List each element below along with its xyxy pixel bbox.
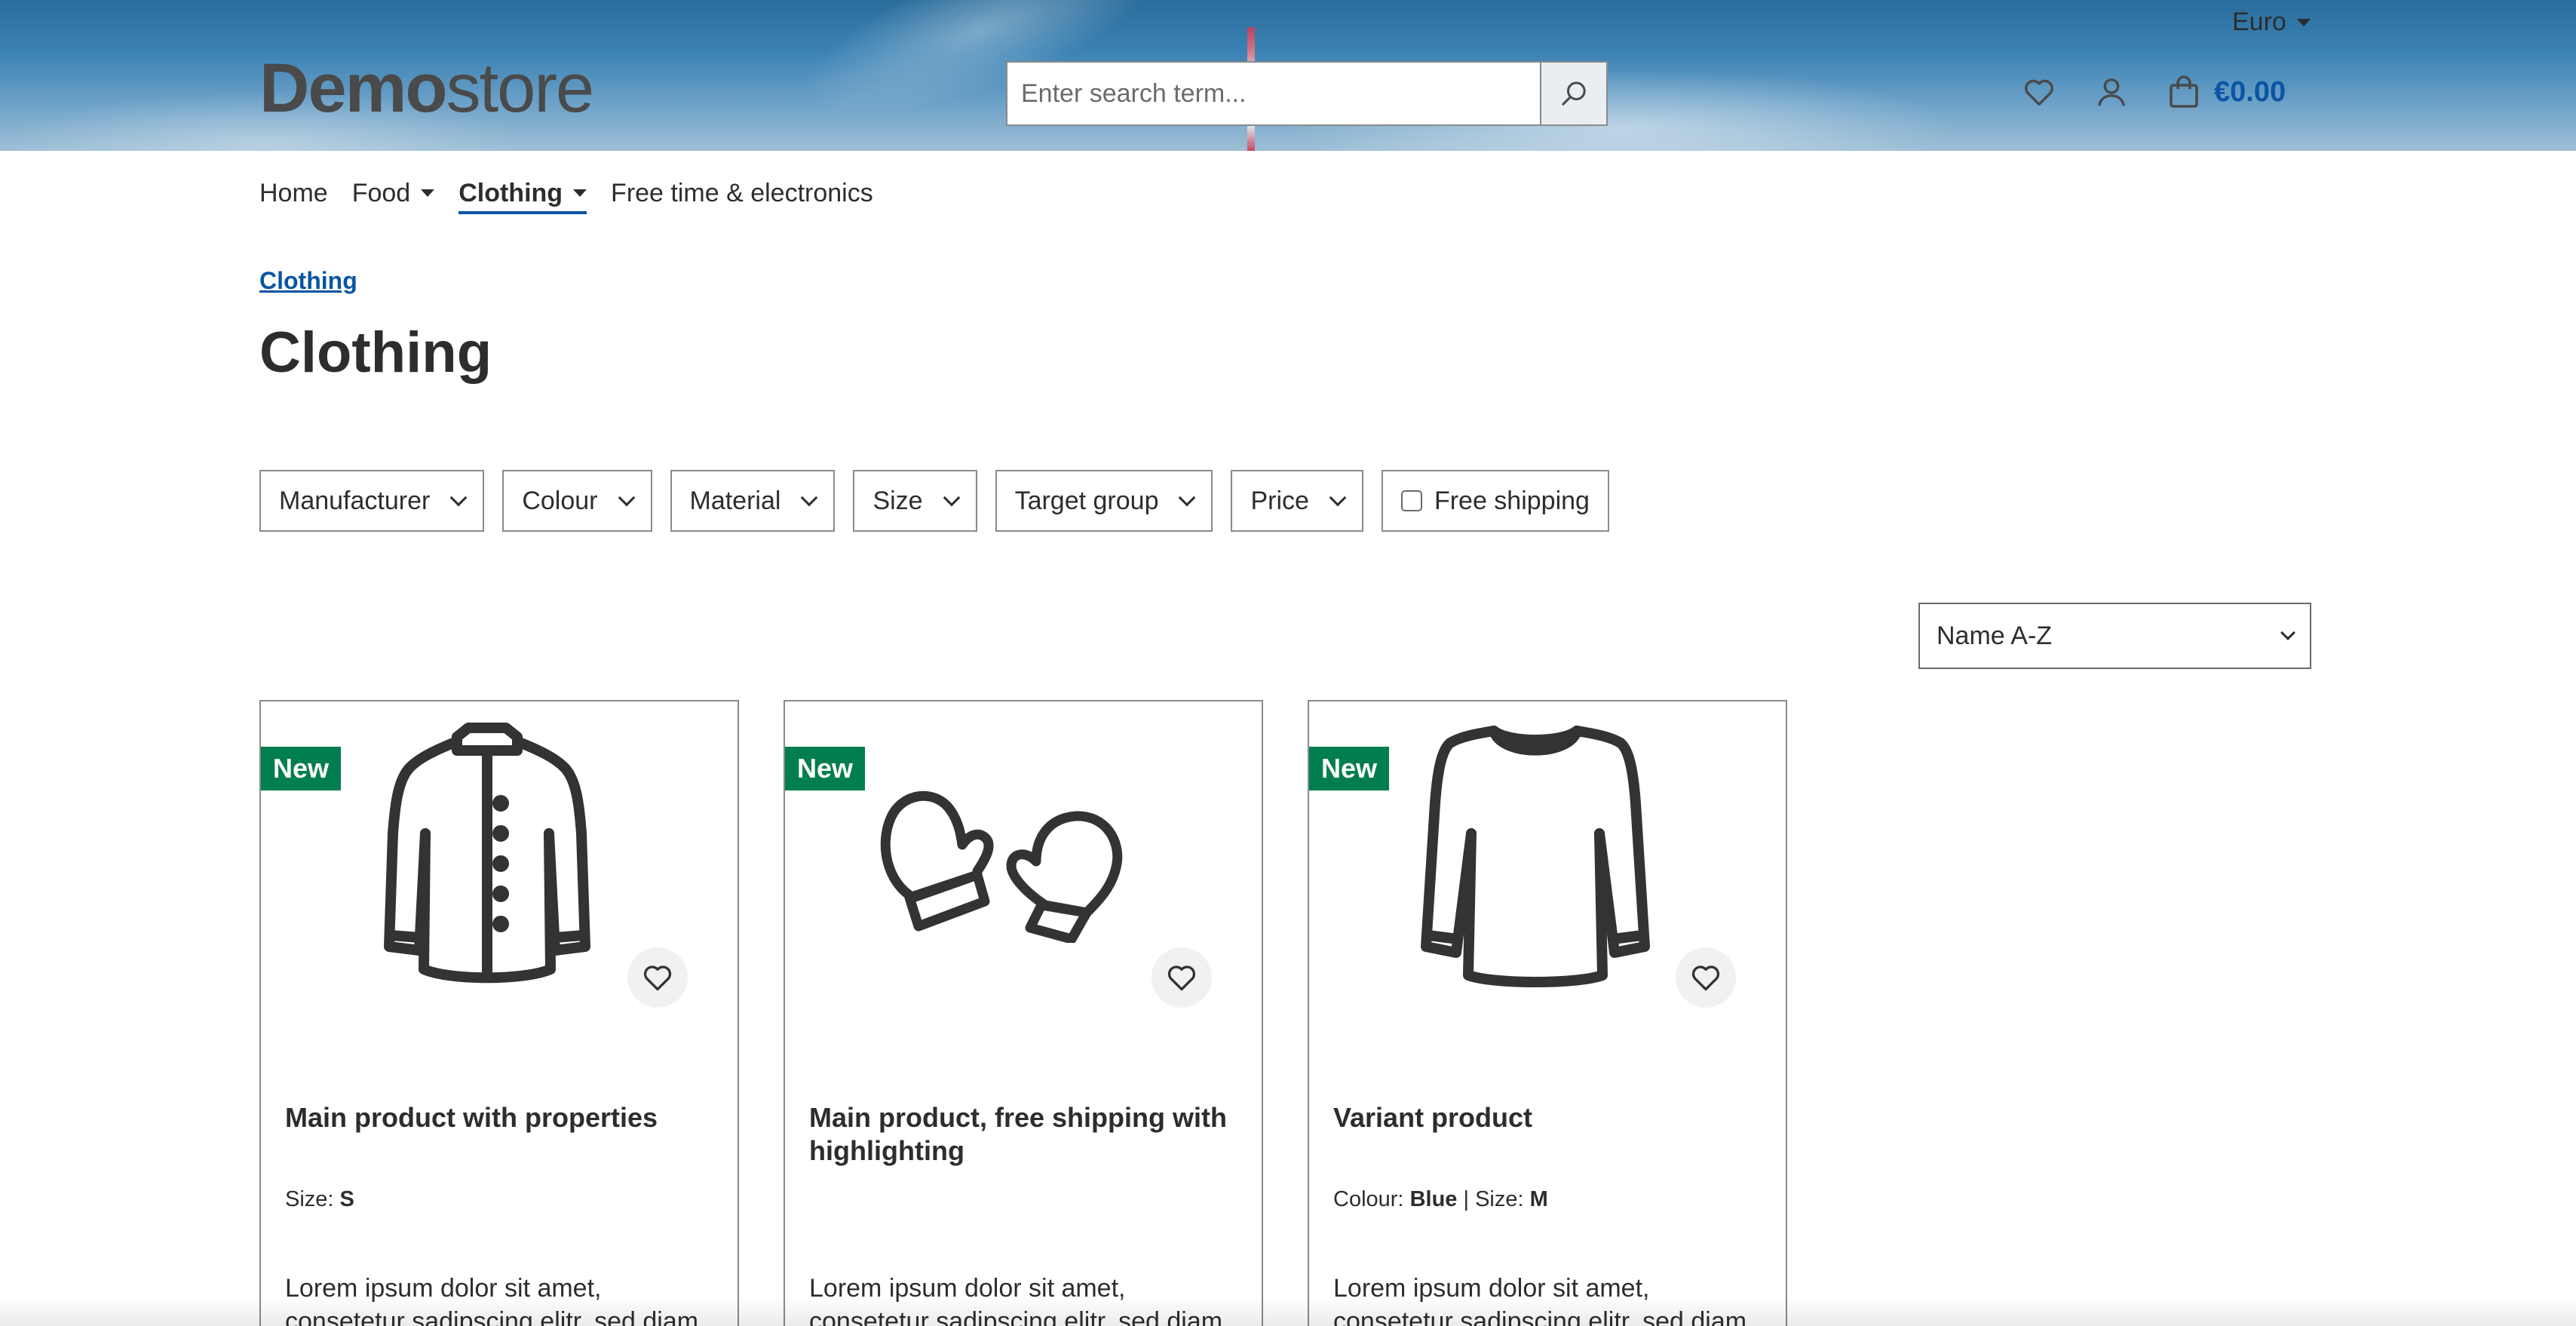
header-banner: Demostore Euro Enter search term... €0.0… bbox=[0, 0, 2576, 151]
property-value: Blue bbox=[1409, 1187, 1458, 1211]
product-properties: Colour: Blue | Size: M bbox=[1333, 1187, 1548, 1212]
filter-free-shipping[interactable]: Free shipping bbox=[1381, 470, 1609, 532]
nav-item-label: Home bbox=[259, 178, 328, 207]
filter-label: Size bbox=[872, 486, 923, 515]
search-input[interactable] bbox=[1007, 63, 1540, 124]
new-badge: New bbox=[1309, 747, 1390, 790]
caret-down-icon bbox=[421, 189, 435, 197]
filter-label: Manufacturer bbox=[279, 486, 431, 515]
chevron-down-icon bbox=[943, 489, 960, 507]
filter-manufacturer[interactable]: Manufacturer bbox=[259, 470, 485, 532]
property-label: Colour: bbox=[1333, 1187, 1404, 1211]
wishlist-button[interactable] bbox=[2016, 69, 2062, 115]
currency-label: Euro bbox=[2232, 8, 2286, 36]
main-navigation: Home Food Clothing Free time & electroni… bbox=[259, 172, 897, 214]
wishlist-toggle[interactable] bbox=[1676, 947, 1736, 1008]
product-image[interactable] bbox=[860, 739, 1162, 981]
currency-dropdown[interactable]: Euro bbox=[2232, 8, 2311, 37]
filter-label: Target group bbox=[1014, 486, 1159, 515]
page-title: Clothing bbox=[259, 321, 492, 385]
filter-panel: Manufacturer Colour Material Size Target… bbox=[259, 470, 1609, 532]
chevron-down-icon bbox=[618, 489, 635, 507]
search-form bbox=[1006, 61, 1608, 126]
wishlist-toggle[interactable] bbox=[1152, 947, 1212, 1008]
header-actions: €0.00 bbox=[2006, 69, 2286, 115]
product-name[interactable]: Main product, free shipping with highlig… bbox=[809, 1101, 1247, 1168]
chevron-down-icon bbox=[1329, 489, 1347, 507]
product-card[interactable]: New Variant product Colour: Blue | Size:… bbox=[1308, 700, 1787, 1326]
caret-down-icon bbox=[2296, 18, 2311, 26]
heart-icon bbox=[2025, 79, 2053, 106]
chevron-down-icon bbox=[450, 489, 468, 507]
user-icon bbox=[2098, 78, 2125, 106]
property-value: S bbox=[339, 1187, 354, 1211]
cart-button[interactable] bbox=[2161, 69, 2206, 115]
jacket-icon bbox=[384, 723, 590, 984]
nav-item-free-time-electronics[interactable]: Free time & electronics bbox=[611, 172, 873, 214]
nav-item-home[interactable]: Home bbox=[259, 172, 328, 214]
filter-size[interactable]: Size bbox=[853, 470, 977, 532]
product-card[interactable]: New Main product, free shipping with hig… bbox=[784, 700, 1263, 1326]
product-image[interactable] bbox=[336, 723, 638, 984]
filter-label: Price bbox=[1250, 486, 1309, 515]
product-name[interactable]: Variant product bbox=[1333, 1101, 1771, 1134]
chevron-down-icon bbox=[1179, 489, 1196, 507]
shopping-bag-icon bbox=[2170, 75, 2198, 108]
product-description: Lorem ipsum dolor sit amet, consetetur s… bbox=[285, 1274, 699, 1326]
wishlist-toggle[interactable] bbox=[627, 947, 688, 1008]
account-button[interactable] bbox=[2089, 69, 2134, 115]
product-description: Lorem ipsum dolor sit amet, consetetur s… bbox=[809, 1274, 1223, 1326]
filter-material[interactable]: Material bbox=[670, 470, 836, 532]
new-badge: New bbox=[261, 747, 342, 790]
sweater-icon bbox=[1421, 726, 1650, 987]
search-icon bbox=[1562, 81, 1586, 106]
filter-target-group[interactable]: Target group bbox=[995, 470, 1213, 532]
property-label: Size: bbox=[285, 1187, 334, 1211]
filter-label: Free shipping bbox=[1434, 486, 1590, 515]
property-value: M bbox=[1529, 1187, 1548, 1211]
property-label: Size: bbox=[1475, 1187, 1524, 1211]
product-properties: Size: S bbox=[285, 1187, 354, 1212]
filter-colour[interactable]: Colour bbox=[502, 470, 652, 532]
property-separator: | bbox=[1463, 1187, 1476, 1211]
new-badge: New bbox=[785, 747, 866, 790]
demostore-logo[interactable]: Demostore bbox=[259, 47, 595, 130]
product-card[interactable]: New Main product with properties Size: S… bbox=[259, 700, 739, 1326]
mittens-icon bbox=[880, 790, 1123, 943]
breadcrumb-clothing[interactable]: Clothing bbox=[259, 267, 357, 295]
filter-label: Material bbox=[689, 486, 781, 515]
nav-item-label: Clothing bbox=[458, 178, 563, 207]
nav-item-food[interactable]: Food bbox=[352, 172, 435, 214]
nav-item-label: Free time & electronics bbox=[611, 178, 873, 207]
sort-select[interactable]: Name A-Z bbox=[1918, 603, 2311, 669]
chevron-down-icon bbox=[801, 489, 818, 507]
logo-bold-text: Demo bbox=[259, 50, 448, 127]
heart-icon bbox=[643, 965, 672, 991]
search-button[interactable] bbox=[1540, 63, 1606, 124]
free-shipping-checkbox[interactable] bbox=[1400, 490, 1422, 511]
filter-price[interactable]: Price bbox=[1231, 470, 1363, 532]
product-description: Lorem ipsum dolor sit amet, consetetur s… bbox=[1333, 1274, 1747, 1326]
logo-light-text: store bbox=[446, 50, 595, 127]
filter-label: Colour bbox=[522, 486, 598, 515]
nav-item-label: Food bbox=[351, 178, 411, 207]
caret-down-icon bbox=[573, 189, 587, 197]
product-image[interactable] bbox=[1385, 726, 1686, 987]
nav-item-clothing[interactable]: Clothing bbox=[458, 172, 587, 214]
heart-icon bbox=[1167, 965, 1196, 991]
heart-icon bbox=[1691, 965, 1720, 991]
chevron-down-icon bbox=[2280, 625, 2295, 640]
sort-selected-label: Name A-Z bbox=[1937, 621, 2053, 650]
product-name[interactable]: Main product with properties bbox=[285, 1101, 722, 1134]
cart-total[interactable]: €0.00 bbox=[2214, 76, 2286, 109]
